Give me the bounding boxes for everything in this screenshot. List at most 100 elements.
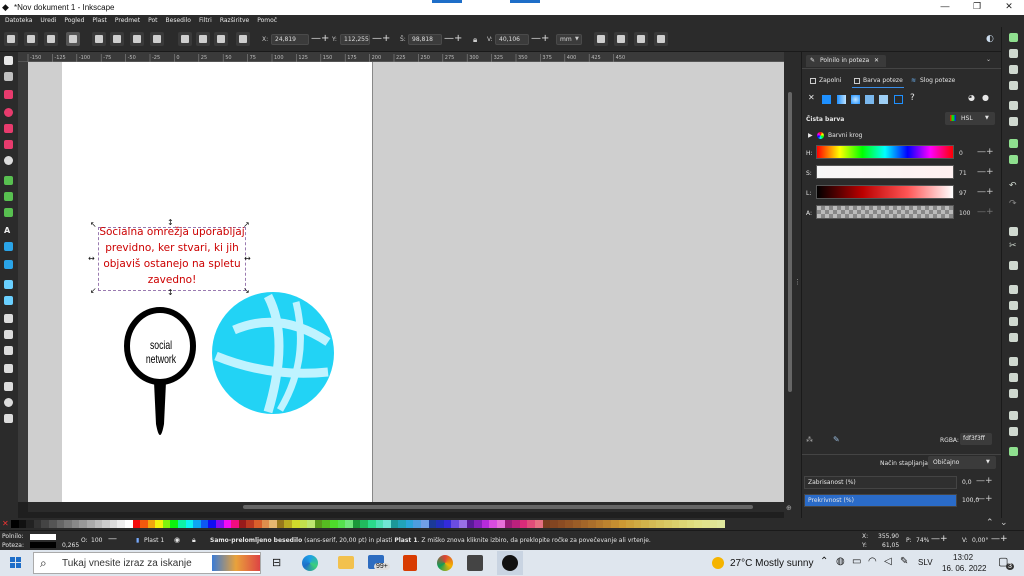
palette-swatch[interactable] [474,520,482,528]
palette-swatch[interactable] [284,520,292,528]
palette-swatch[interactable] [238,520,247,528]
star-tool-icon[interactable] [4,124,13,133]
palette-swatch[interactable] [56,520,65,528]
fill-rule-nonzero-icon[interactable]: ● [982,93,989,102]
eraser-tool-icon[interactable] [4,346,13,355]
redo-icon[interactable]: ↷ [1009,199,1017,209]
hscroll-thumb[interactable] [243,505,753,509]
saturation-value[interactable]: 71 [959,170,967,177]
ellipse-tool-icon[interactable] [4,108,13,117]
select-all-button[interactable] [4,32,18,46]
blur-slider[interactable]: Zabrisanost (%) [804,476,957,489]
restore-icon[interactable]: ❐ [962,1,992,14]
unlink-clone-icon[interactable] [1009,389,1018,398]
tray-chevron-icon[interactable]: ⌃ [820,556,828,567]
fill-swatch[interactable] [30,534,56,540]
palette-swatch[interactable] [550,520,558,528]
flip-vertical-button[interactable] [150,32,164,46]
layer-lock-icon[interactable]: 🔒︎ [192,536,196,545]
palette-swatch[interactable] [352,520,361,528]
palette-swatch[interactable] [200,520,209,528]
lower-button[interactable] [214,32,228,46]
blur-stepper[interactable]: —+ [976,476,993,486]
palette-swatch[interactable] [140,520,148,528]
selector-tool-icon[interactable] [4,56,13,65]
swatch-icon[interactable] [894,95,903,104]
undo-icon[interactable]: ↶ [1009,181,1017,191]
palette-swatch[interactable] [18,520,27,528]
palette-swatch[interactable] [261,520,270,528]
alpha-slider[interactable] [816,205,954,219]
palette-swatch[interactable] [11,520,19,528]
menu-predmet[interactable]: Predmet [110,15,143,24]
palette-swatch[interactable] [254,520,262,528]
touch-select-button[interactable] [66,32,80,46]
pages-tool-icon[interactable] [4,382,13,391]
linear-gradient-icon[interactable] [837,95,846,104]
scale-stroke-button[interactable] [594,32,608,46]
unset-paint-icon[interactable]: ? [910,93,915,103]
move-patterns-button[interactable] [654,32,668,46]
palette-swatch[interactable] [588,520,596,528]
palette-swatch[interactable] [307,520,315,528]
palette-swatch[interactable] [451,520,460,528]
rotation-stepper[interactable]: —+ [991,534,1008,544]
palette-swatch[interactable] [519,520,528,528]
deselect-button[interactable] [44,32,58,46]
palette-swatch[interactable] [132,520,141,528]
zoom-value[interactable]: 74% [916,537,929,544]
scale-handle-nw-icon[interactable]: ↖ [90,220,97,229]
hue-value[interactable]: 0 [959,150,963,157]
connector-tool-icon[interactable] [4,364,13,373]
palette-swatch[interactable] [124,520,133,528]
panel-tab-close-icon[interactable]: ✕ [874,57,879,64]
start-windows-icon[interactable] [10,557,22,569]
h-field[interactable]: 40,106 [495,34,529,45]
palette-swatch[interactable] [79,520,87,528]
raise-to-top-button[interactable] [178,32,192,46]
swatch-strip[interactable] [11,520,725,528]
clone-icon[interactable] [1009,373,1018,382]
save-icon[interactable] [1009,65,1018,74]
menu-filtri[interactable]: Filtri [194,15,215,24]
layer-select[interactable]: Plast 1 [144,537,164,544]
palette-swatch[interactable] [481,520,490,528]
inkscape-taskbar-button[interactable] [497,551,523,575]
text-tool-icon[interactable]: A [4,226,13,235]
saturation-slider[interactable] [816,165,954,179]
subtab-fill[interactable]: Zapolni [819,77,841,84]
palette-swatch[interactable] [291,520,300,528]
palette-swatch[interactable] [443,520,452,528]
rectangle-tool-icon[interactable] [4,90,13,99]
hue-slider[interactable] [816,145,954,159]
palette-swatch[interactable] [71,520,80,528]
palette-swatch[interactable] [679,520,687,528]
scale-corners-button[interactable] [614,32,628,46]
palette-swatch[interactable] [656,520,665,528]
open-template-icon[interactable] [1009,139,1018,148]
zoom-stepper[interactable]: —+ [931,534,948,544]
palette-swatch[interactable] [345,520,353,528]
palette-swatch[interactable] [33,520,42,528]
palette-swatch[interactable] [223,520,232,528]
copy-icon[interactable] [1009,227,1018,236]
xml-editor-icon[interactable] [1009,447,1018,456]
saturation-stepper[interactable]: —+ [977,167,994,177]
menu-datoteka[interactable]: Datoteka [0,15,35,24]
menu-pogled[interactable]: Pogled [59,15,87,24]
opacity-stepper[interactable]: — [108,534,117,544]
ungroup-icon[interactable] [1009,427,1018,436]
stroke-width-value[interactable]: 0,265 [62,542,79,549]
scale-handle-n-icon[interactable]: ↕ [167,218,174,227]
palette-swatch[interactable] [709,520,718,528]
scale-handle-sw-icon[interactable]: ↙ [90,286,97,295]
color-palette[interactable]: ✕ ⌃ ⌄ [0,518,1024,530]
palette-swatch[interactable] [603,520,611,528]
horizontal-ruler[interactable]: -150 -125 -100 -75 -50 -25 0 25 50 75 100 125 150 175… [18,52,784,62]
rotation-value[interactable]: 0,00° [972,537,988,544]
paste-icon[interactable] [1009,261,1018,270]
palette-swatch[interactable] [41,520,49,528]
palette-swatch[interactable] [322,520,330,528]
palette-swatch[interactable] [572,520,581,528]
task-view-icon[interactable]: ⊟ [272,556,281,569]
